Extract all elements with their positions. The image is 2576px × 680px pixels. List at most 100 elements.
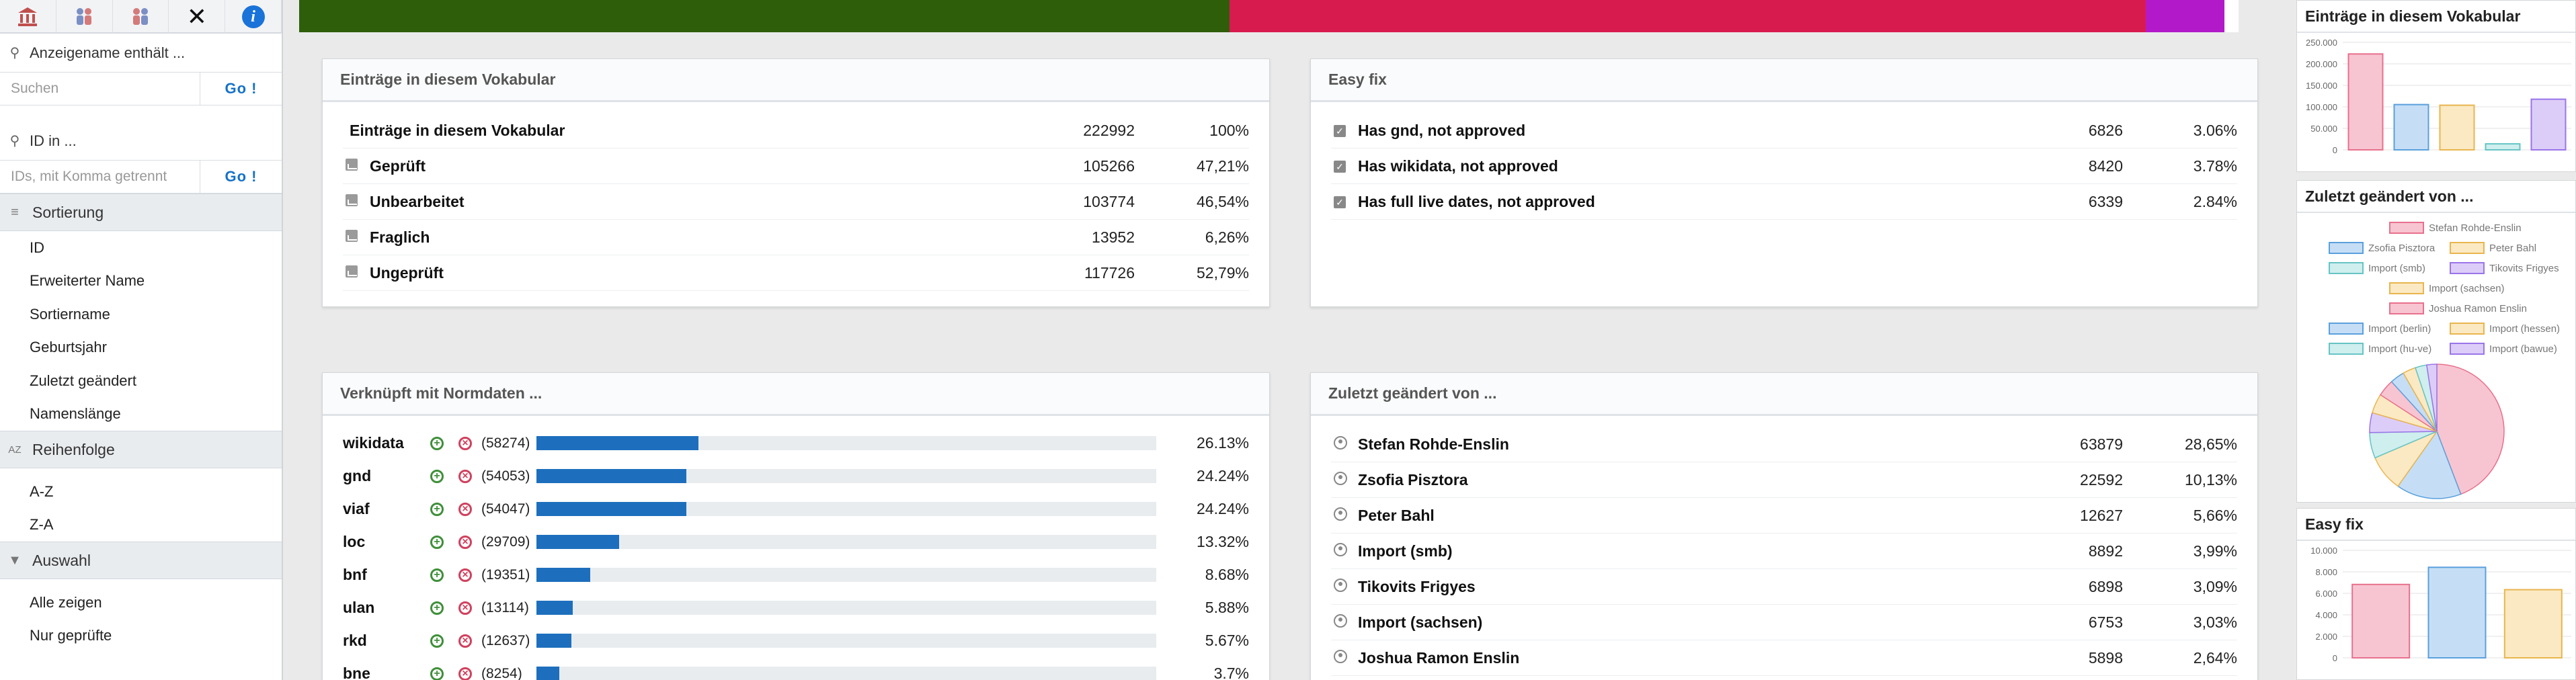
id-search-go-button[interactable]: Go ! (200, 161, 282, 193)
legend-swatch[interactable] (2450, 262, 2485, 274)
norm-count: (13114) (481, 599, 529, 615)
remove-circle-icon[interactable]: × (458, 502, 472, 516)
chart-bar[interactable] (2347, 53, 2384, 151)
legend-swatch[interactable] (2389, 282, 2424, 294)
progress-fill (536, 568, 591, 582)
table-row[interactable]: Unbearbeitet 103774 46,54% (343, 184, 1249, 220)
table-row[interactable]: ✓ Has gnd, not approved 6826 3.06% (1331, 113, 2237, 148)
order-section-header: AZ Reihenfolge (0, 431, 282, 468)
legend-swatch[interactable] (2450, 242, 2485, 254)
id-search-input[interactable] (0, 161, 200, 193)
remove-circle-icon[interactable]: × (458, 667, 472, 680)
add-circle-icon[interactable]: + (430, 667, 444, 680)
vocab-mini-chart-card: Einträge in diesem Vokabular 250.000 200.… (2296, 0, 2576, 172)
table-row[interactable]: Import (smb) 8892 3,99% (1331, 534, 2237, 569)
table-row[interactable]: ✓ Has wikidata, not approved 8420 3.78% (1331, 148, 2237, 184)
sidebar-toolbar: ✕ i (0, 0, 282, 34)
status-bar-segment (1230, 0, 2146, 32)
status-distribution-bar (299, 0, 2239, 32)
table-row[interactable]: Fraglich 13952 6,26% (343, 220, 1249, 255)
row-label: Einträge in diesem Vokabular (350, 121, 565, 139)
norm-count: (19351) (481, 566, 530, 583)
museum-icon[interactable] (0, 0, 56, 34)
progress-track (536, 601, 1156, 615)
row-percent: 2,64% (2193, 648, 2237, 667)
sort-item-extended-name[interactable]: Erweiterter Name (0, 265, 282, 298)
legend-swatch[interactable] (2450, 323, 2485, 335)
people-pair-icon[interactable] (113, 0, 169, 34)
remove-circle-icon[interactable]: × (458, 535, 472, 549)
chart-bar[interactable] (2485, 143, 2521, 151)
table-row[interactable]: Stefan Rohde-Enslin 63879 28,65% (1331, 427, 2237, 462)
chart-bar[interactable] (2393, 103, 2429, 151)
remove-circle-icon[interactable]: × (458, 469, 472, 483)
remove-circle-icon[interactable]: × (458, 634, 472, 648)
progress-track (536, 436, 1156, 450)
add-circle-icon[interactable]: + (430, 502, 444, 516)
table-row[interactable]: Zsofia Pisztora 22592 10,13% (1331, 462, 2237, 498)
sort-item-name-length[interactable]: Namenslänge (0, 398, 282, 431)
add-circle-icon[interactable]: + (430, 535, 444, 549)
id-search-label: ID in ... (30, 132, 77, 149)
remove-circle-icon[interactable]: × (458, 436, 472, 450)
chart-bar[interactable] (2530, 98, 2567, 151)
row-label: Peter Bahl (1358, 506, 1435, 524)
table-row[interactable]: Einträge in diesem Vokabular 222992 100% (343, 113, 1249, 148)
table-row[interactable]: ✓ Has full live dates, not approved 6339 2.… (1331, 184, 2237, 220)
chart-bar[interactable] (2351, 583, 2411, 658)
close-icon[interactable]: ✕ (169, 0, 226, 34)
chart-bar[interactable] (2503, 589, 2563, 658)
legend-swatch[interactable] (2329, 242, 2364, 254)
id-search-heading: ⚲ ID in ... (0, 122, 282, 160)
norm-data-row: bnf + × (19351) 8.68% (343, 558, 1249, 591)
table-row[interactable]: Peter Bahl 12627 5,66% (1331, 498, 2237, 534)
add-circle-icon[interactable]: + (430, 436, 444, 450)
remove-circle-icon[interactable]: × (458, 601, 472, 615)
name-search-go-button[interactable]: Go ! (200, 73, 282, 105)
info-icon[interactable]: i (225, 0, 282, 34)
legend-label: Import (bawue) (2489, 343, 2557, 355)
table-row[interactable]: Ungeprüft 117726 52,79% (343, 255, 1249, 291)
sort-item-sort-name[interactable]: Sortiername (0, 298, 282, 331)
legend-swatch[interactable] (2450, 343, 2485, 355)
chart-bar[interactable] (2439, 104, 2475, 151)
order-item-desc[interactable]: Z-A (0, 509, 282, 542)
status-bar-segment (2146, 0, 2225, 32)
sort-item-birth-year[interactable]: Geburtsjahr (0, 331, 282, 365)
norm-percent: 8.68% (1205, 566, 1249, 583)
filter-item-approved[interactable]: Nur geprüfte (0, 620, 282, 653)
progress-fill (536, 436, 698, 450)
sort-item-id[interactable]: ID (0, 231, 282, 265)
legend-swatch[interactable] (2389, 302, 2424, 314)
filter-item-all[interactable]: Alle zeigen (0, 586, 282, 620)
legend-swatch[interactable] (2329, 343, 2364, 355)
search-icon: ⚲ (9, 46, 20, 60)
chart-bar[interactable] (2427, 566, 2487, 658)
norm-data-row: loc + × (29709) 13.32% (343, 525, 1249, 558)
norm-source-label: bne (343, 665, 370, 680)
user-icon (1331, 435, 1358, 453)
add-circle-icon[interactable]: + (430, 634, 444, 648)
table-row[interactable]: Tikovits Frigyes 6898 3,09% (1331, 569, 2237, 605)
last-changed-panel: Zuletzt geändert von ... Stefan Rohde-En… (1310, 372, 2258, 680)
order-item-asc[interactable]: A-Z (0, 475, 282, 509)
add-circle-icon[interactable]: + (430, 601, 444, 615)
norm-data-panel-title: Verknüpft mit Normdaten ... (323, 373, 1269, 416)
y-tick-label: 50.000 (2310, 124, 2337, 134)
table-row[interactable]: Import (sachsen) 6753 3,03% (1331, 605, 2237, 640)
user-icon (1331, 507, 1358, 524)
remove-circle-icon[interactable]: × (458, 568, 472, 582)
norm-percent: 24.24% (1196, 500, 1249, 517)
add-circle-icon[interactable]: + (430, 469, 444, 483)
sort-section-label: Sortierung (32, 203, 104, 221)
sort-item-last-changed[interactable]: Zuletzt geändert (0, 364, 282, 398)
table-row[interactable]: Geprüft 105266 47,21% (343, 148, 1249, 184)
legend-swatch[interactable] (2329, 323, 2364, 335)
name-search-input[interactable] (0, 73, 200, 105)
table-row[interactable]: Joshua Ramon Enslin 5898 2,64% (1331, 640, 2237, 676)
people-group-icon[interactable] (56, 0, 113, 34)
legend-swatch[interactable] (2329, 262, 2364, 274)
legend-swatch[interactable] (2389, 222, 2424, 234)
add-circle-icon[interactable]: + (430, 568, 444, 582)
y-tick-label: 10.000 (2310, 546, 2337, 556)
